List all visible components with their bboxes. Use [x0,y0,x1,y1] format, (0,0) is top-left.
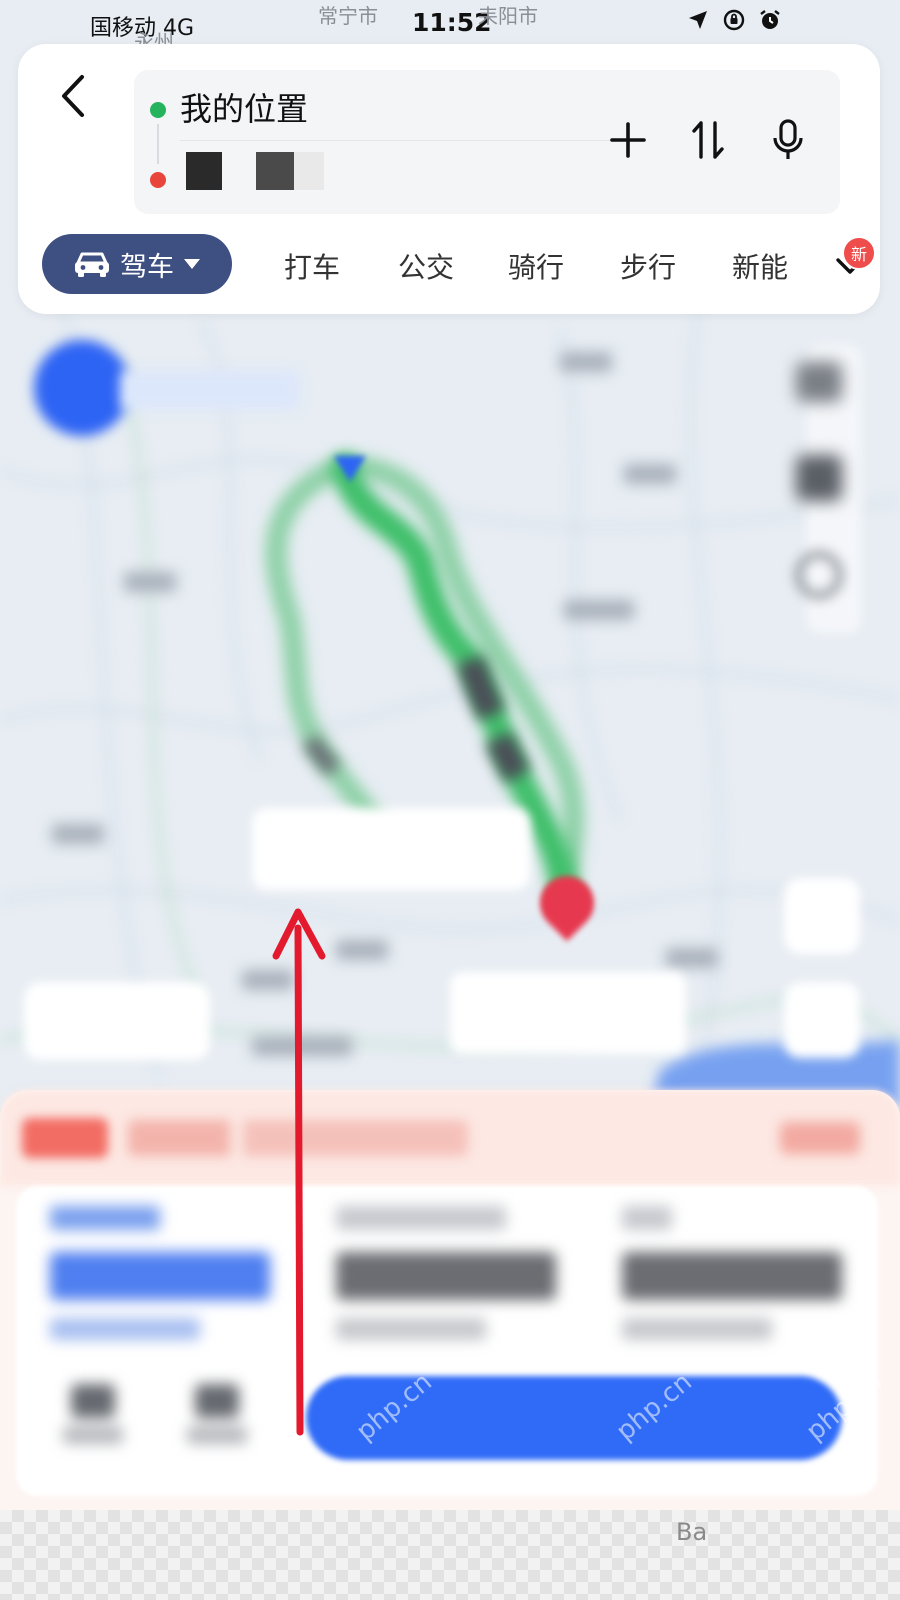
tab-drive-label: 驾车 [120,251,174,283]
back-button[interactable] [48,68,98,124]
location-arrow-icon [686,8,710,32]
origin-dot-icon [150,102,166,118]
route-input-box: 我的位置 [134,70,840,214]
swap-icon [692,121,724,159]
caret-down-icon [184,259,200,269]
recenter-button[interactable] [784,982,860,1058]
map-label-city: 耒阳市 [478,4,538,28]
refresh-route-button[interactable] [784,878,860,954]
route-tool-button[interactable] [182,1384,252,1450]
route-option-meta [622,1318,772,1340]
route-option-duration [622,1252,842,1300]
route-divider [180,140,616,141]
swap-route-button[interactable] [686,116,730,164]
location-hint-label [120,370,300,410]
transparent-background-strip [0,1510,900,1600]
promo-text [128,1120,468,1156]
rotation-lock-icon [722,8,746,32]
plus-icon [610,122,646,158]
car-icon [75,252,109,277]
destination-card[interactable] [450,972,686,1054]
tab-new-energy[interactable]: 新能 [732,246,788,286]
alarm-icon [758,8,782,32]
tab-cycling[interactable]: 骑行 [508,246,564,286]
map-label-city: 常宁市 [318,4,378,28]
route-option-meta [336,1318,486,1340]
route-tip-card[interactable] [252,808,530,890]
route-tool-label [187,1426,247,1444]
route-tool-label [63,1426,123,1444]
tab-walking[interactable]: 步行 [620,246,676,286]
origin-field[interactable]: 我的位置 [180,84,308,130]
route-option-tag [622,1206,672,1230]
start-arrow-icon [330,448,370,488]
layers-icon[interactable] [796,455,842,501]
route-option-duration [336,1252,556,1300]
microphone-icon [773,119,803,159]
redaction-block [256,152,294,190]
route-option-meta [50,1318,200,1340]
more-modes-button[interactable]: 新 [828,236,876,288]
promo-tag [22,1118,108,1158]
route-tool-button[interactable] [58,1384,128,1450]
traffic-icon[interactable] [796,362,842,402]
route-option-tag [336,1206,506,1230]
route-option-recommended[interactable] [50,1206,310,1356]
destination-field[interactable] [186,152,324,190]
tab-drive[interactable]: 驾车 [42,234,232,294]
status-bar: 国移动 4G 11:52 常宁市 耒阳市 永州 [0,0,900,54]
route-tool-icon [195,1384,239,1418]
search-along-route-icon[interactable] [796,552,842,598]
redaction-block [186,152,222,190]
promo-link[interactable] [780,1122,860,1154]
chevron-left-icon [62,75,84,117]
add-waypoint-button[interactable] [606,116,650,164]
redaction-block [294,152,324,190]
route-connector [157,124,159,164]
route-option-duration [50,1252,270,1300]
voice-input-button[interactable] [766,116,810,164]
destination-dot-icon [150,172,166,188]
location-avatar[interactable] [34,340,130,436]
route-preference-dropdown[interactable] [24,982,210,1060]
tab-taxi[interactable]: 打车 [284,246,340,286]
route-option-tag [50,1206,160,1230]
route-option-alt-1[interactable] [336,1206,596,1356]
route-tool-icon [71,1384,115,1418]
tab-transit[interactable]: 公交 [398,246,454,286]
corner-watermark: Ba [676,1518,708,1546]
new-badge: 新 [842,236,876,270]
travel-mode-tabs: 驾车 打车 公交 骑行 步行 新能 新 [42,234,876,296]
route-search-card: 我的位置 驾车 打车 公交 骑行 步行 新能 新 [18,44,880,314]
route-option-alt-2[interactable] [622,1206,882,1356]
